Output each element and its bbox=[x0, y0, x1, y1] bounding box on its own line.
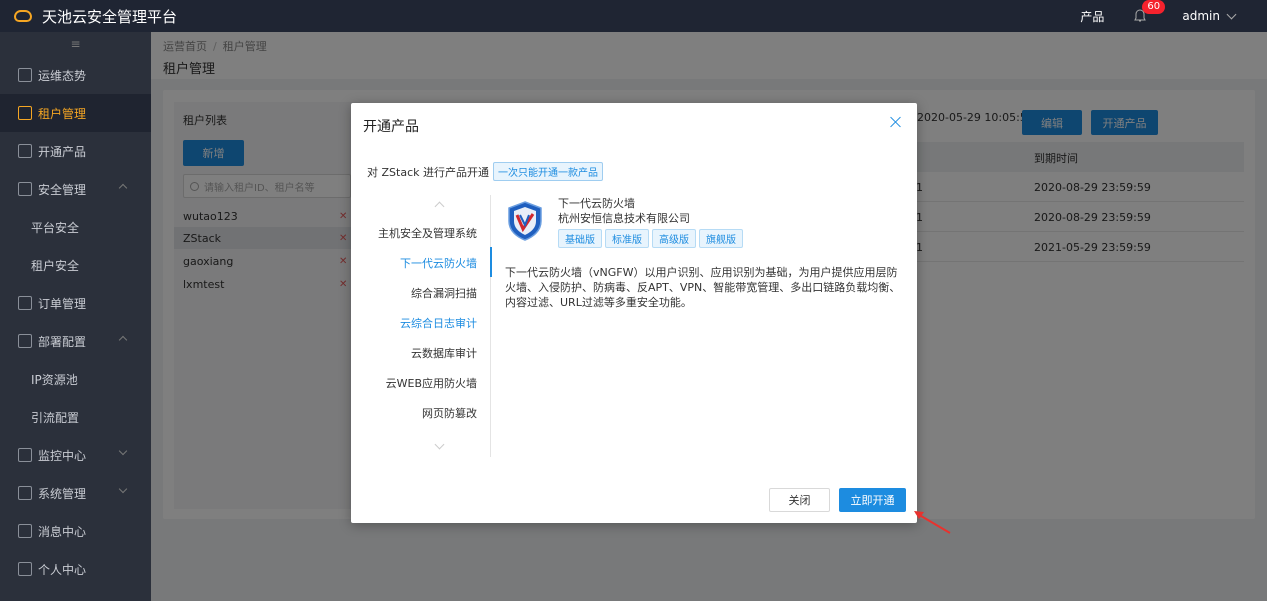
product-list: 主机安全及管理系统 下一代云防火墙 综合漏洞扫描 云综合日志审计 云数据库审计 … bbox=[363, 195, 491, 457]
product-item-ngfw[interactable]: 下一代云防火墙 bbox=[400, 255, 477, 271]
product-item-vuln-scan[interactable]: 综合漏洞扫描 bbox=[411, 285, 477, 301]
firewall-shield-icon bbox=[508, 201, 542, 241]
top-right-area: 产品 60 admin bbox=[1080, 0, 1267, 32]
product-company: 杭州安恒信息技术有限公司 bbox=[558, 212, 690, 225]
users-icon bbox=[18, 106, 32, 120]
divider bbox=[490, 195, 491, 457]
chevron-up-icon bbox=[118, 335, 128, 345]
person-icon bbox=[18, 562, 32, 576]
chevron-down-icon[interactable] bbox=[434, 439, 445, 450]
active-indicator bbox=[490, 247, 492, 277]
edition-tag-standard[interactable]: 标准版 bbox=[605, 229, 649, 248]
sidebar-item-message-center[interactable]: 消息中心 bbox=[0, 512, 151, 550]
modal-title: 开通产品 bbox=[363, 119, 419, 135]
monitor-icon bbox=[18, 68, 32, 82]
cloud-logo-icon bbox=[14, 10, 32, 22]
sidebar: ≡ 运维态势 租户管理 开通产品 安全管理 平台安全 租户安全 订单管理 部署配… bbox=[0, 32, 151, 601]
sidebar-item-platform-security[interactable]: 平台安全 bbox=[0, 208, 151, 246]
open-product-modal: 开通产品 对 ZStack 进行产品开通 一次只能开通一款产品 主机安全及管理系… bbox=[351, 103, 917, 523]
shield-icon bbox=[18, 182, 32, 196]
edition-tag-flagship[interactable]: 旗舰版 bbox=[699, 229, 743, 248]
product-item-waf[interactable]: 云WEB应用防火墙 bbox=[386, 375, 477, 391]
chevron-up-icon[interactable] bbox=[434, 201, 445, 212]
chevron-down-icon bbox=[118, 446, 128, 456]
sidebar-item-tenant-security[interactable]: 租户安全 bbox=[0, 246, 151, 284]
notification-badge: 60 bbox=[1142, 0, 1166, 14]
sidebar-item-open-product[interactable]: 开通产品 bbox=[0, 132, 151, 170]
close-icon[interactable] bbox=[889, 115, 903, 129]
message-icon bbox=[18, 524, 32, 538]
sidebar-item-system-management[interactable]: 系统管理 bbox=[0, 474, 151, 512]
annotation-arrow-icon bbox=[914, 511, 951, 534]
deploy-icon bbox=[18, 334, 32, 348]
sidebar-item-security-management[interactable]: 安全管理 bbox=[0, 170, 151, 208]
sidebar-item-order-management[interactable]: 订单管理 bbox=[0, 284, 151, 322]
sidebar-item-monitor-center[interactable]: 监控中心 bbox=[0, 436, 151, 474]
order-icon bbox=[18, 296, 32, 310]
open-now-button[interactable]: 立即开通 bbox=[839, 488, 906, 512]
product-item-host-security[interactable]: 主机安全及管理系统 bbox=[378, 225, 477, 241]
product-item-db-audit[interactable]: 云数据库审计 bbox=[411, 345, 477, 361]
sidebar-item-ops-overview[interactable]: 运维态势 bbox=[0, 56, 151, 94]
user-menu[interactable]: admin bbox=[1182, 9, 1237, 23]
product-item-web-tamper[interactable]: 网页防篡改 bbox=[422, 405, 477, 421]
gear-icon bbox=[18, 486, 32, 500]
modal-subtitle: 对 ZStack 进行产品开通 一次只能开通一款产品 bbox=[367, 162, 603, 181]
sidebar-item-ip-pool[interactable]: IP资源池 bbox=[0, 360, 151, 398]
close-button[interactable]: 关闭 bbox=[769, 488, 830, 512]
brand-title: 天池云安全管理平台 bbox=[42, 7, 178, 26]
chevron-down-icon bbox=[1226, 9, 1237, 19]
sidebar-item-traffic-config[interactable]: 引流配置 bbox=[0, 398, 151, 436]
box-icon bbox=[18, 144, 32, 158]
sidebar-item-deploy-config[interactable]: 部署配置 bbox=[0, 322, 151, 360]
edition-tag-advanced[interactable]: 高级版 bbox=[652, 229, 696, 248]
collapse-menu-icon[interactable]: ≡ bbox=[0, 32, 151, 56]
sidebar-item-tenant-management[interactable]: 租户管理 bbox=[0, 94, 151, 132]
product-name: 下一代云防火墙 bbox=[558, 197, 635, 210]
chevron-up-icon bbox=[118, 183, 128, 193]
modal-tip-badge: 一次只能开通一款产品 bbox=[492, 162, 603, 181]
sidebar-item-personal-center[interactable]: 个人中心 bbox=[0, 550, 151, 588]
top-bar: 天池云安全管理平台 产品 60 admin bbox=[0, 0, 1267, 32]
modal-subtitle-text: 对 ZStack 进行产品开通 bbox=[367, 165, 489, 179]
product-description: 下一代云防火墙（vNGFW）以用户识别、应用识别为基础，为用户提供应用层防火墙、… bbox=[505, 266, 901, 309]
edition-tag-basic[interactable]: 基础版 bbox=[558, 229, 602, 248]
notification-bell[interactable]: 60 bbox=[1132, 0, 1166, 24]
chevron-down-icon bbox=[118, 484, 128, 494]
username: admin bbox=[1182, 9, 1220, 23]
monitor-center-icon bbox=[18, 448, 32, 462]
product-item-log-audit[interactable]: 云综合日志审计 bbox=[400, 315, 477, 331]
product-link[interactable]: 产品 bbox=[1080, 8, 1104, 25]
